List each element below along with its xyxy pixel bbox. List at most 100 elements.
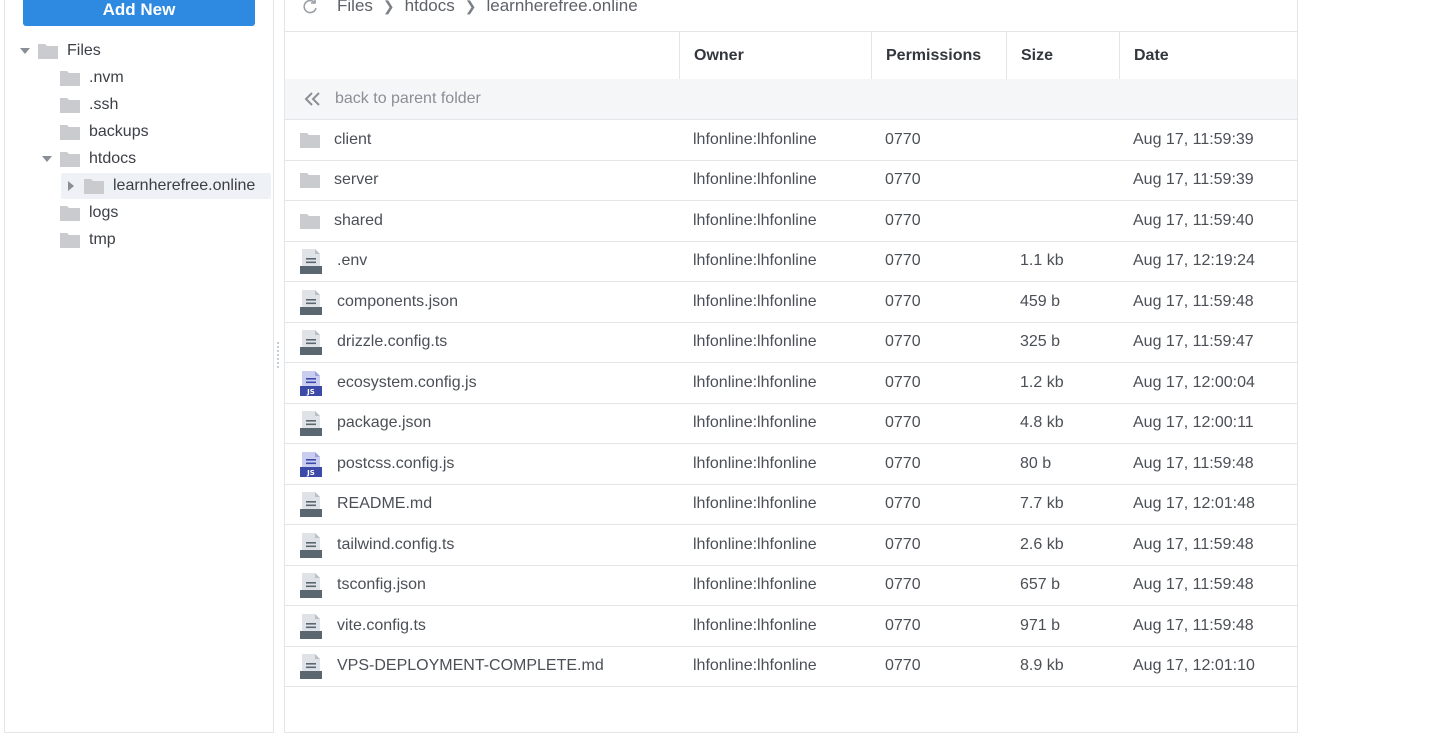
header-permissions[interactable]: Permissions (871, 32, 1006, 79)
tree-item-files[interactable]: Files (19, 38, 101, 64)
file-name: client (334, 130, 372, 148)
table-row[interactable]: JS postcss.config.js lhfonline:lhfonline 07… (285, 444, 1297, 485)
tree-item-nvm[interactable]: .nvm (59, 65, 124, 91)
file-icon (300, 613, 322, 639)
file-name-cell[interactable]: tsconfig.json (285, 572, 679, 599)
file-name-cell[interactable]: shared (285, 212, 679, 230)
size-cell: 657 b (1020, 576, 1061, 594)
file-name-cell[interactable]: components.json (285, 289, 679, 315)
header-date[interactable]: Date (1119, 32, 1297, 79)
chevron-down-icon[interactable] (41, 153, 53, 165)
owner-cell: lhfonline:lhfonline (693, 535, 817, 553)
file-name: components.json (337, 292, 458, 310)
table-row[interactable]: .env lhfonline:lhfonline 0770 1.1 kb Aug 17,… (285, 242, 1297, 282)
file-name-cell[interactable]: package.json (285, 410, 679, 437)
file-name: .env (337, 252, 368, 270)
folder-icon (60, 98, 80, 113)
tree-item-label: Files (67, 42, 101, 59)
file-icon (300, 532, 322, 558)
add-new-button[interactable]: Add New (23, 0, 255, 26)
folder-icon (60, 206, 80, 221)
size-cell: 4.8 kb (1020, 414, 1064, 432)
owner-cell: lhfonline:lhfonline (693, 454, 817, 472)
chevron-down-icon[interactable] (19, 45, 31, 57)
file-name-cell[interactable]: .env (285, 248, 679, 275)
resize-handle[interactable] (276, 340, 280, 370)
tree-item-label: .ssh (89, 96, 119, 113)
file-name-cell[interactable]: vite.config.ts (285, 613, 679, 639)
file-name: postcss.config.js (337, 454, 455, 472)
folder-icon (84, 179, 104, 194)
date-cell: Aug 17, 12:00:04 (1133, 373, 1255, 391)
file-icon (300, 573, 322, 599)
file-name-cell[interactable]: server (285, 171, 679, 189)
file-icon (300, 249, 322, 275)
file-icon (300, 411, 322, 437)
table-row[interactable]: vite.config.ts lhfonline:lhfonline 0770 971… (285, 606, 1297, 647)
file-name: vite.config.ts (337, 616, 426, 634)
tree-item-logs[interactable]: logs (59, 200, 118, 226)
tree-item-backups[interactable]: backups (59, 119, 149, 145)
tree-item-learnherefree-online[interactable]: learnherefree.online (61, 173, 271, 199)
table-row[interactable]: package.json lhfonline:lhfonline 0770 4.8 k… (285, 404, 1297, 444)
table-row[interactable]: VPS-DEPLOYMENT-COMPLETE.md lhfonline:lhfo… (285, 647, 1297, 687)
header-name[interactable] (285, 32, 679, 79)
table-row[interactable]: drizzle.config.ts lhfonline:lhfonline 0770… (285, 323, 1297, 363)
folder-icon (60, 125, 80, 140)
file-name-cell[interactable]: client (285, 131, 679, 149)
breadcrumb-item[interactable]: htdocs (405, 0, 455, 16)
owner-cell: lhfonline:lhfonline (693, 576, 817, 594)
folder-icon (60, 152, 80, 167)
folder-icon (60, 233, 80, 248)
date-cell: Aug 17, 11:59:48 (1133, 292, 1254, 310)
file-name-cell[interactable]: JS ecosystem.config.js (285, 370, 679, 396)
size-cell: 8.9 kb (1020, 657, 1064, 675)
file-name: tsconfig.json (337, 576, 426, 594)
folder-icon (300, 132, 320, 148)
breadcrumb-item[interactable]: learnherefree.online (486, 0, 637, 16)
table-row[interactable]: client lhfonline:lhfonline 0770 Aug 17, 11:… (285, 120, 1297, 161)
table-row[interactable]: components.json lhfonline:lhfonline 0770 45… (285, 282, 1297, 323)
date-cell: Aug 17, 11:59:48 (1133, 616, 1254, 634)
header-size[interactable]: Size (1006, 32, 1119, 79)
file-name-cell[interactable]: VPS-DEPLOYMENT-COMPLETE.md (285, 653, 679, 680)
table-row[interactable]: tsconfig.json lhfonline:lhfonline 0770 657 … (285, 566, 1297, 606)
file-icon (300, 492, 322, 518)
file-name-cell[interactable]: drizzle.config.ts (285, 329, 679, 356)
file-icon (300, 330, 322, 356)
tree-item-ssh[interactable]: .ssh (59, 92, 118, 118)
date-cell: Aug 17, 11:59:48 (1133, 576, 1254, 594)
file-name: tailwind.config.ts (337, 535, 455, 553)
file-name-cell[interactable]: README.md (285, 491, 679, 518)
permissions-cell: 0770 (885, 495, 921, 513)
date-cell: Aug 17, 12:00:11 (1133, 414, 1254, 432)
header-owner[interactable]: Owner (679, 32, 871, 79)
file-name-cell[interactable]: JS postcss.config.js (285, 451, 679, 477)
table-row[interactable]: JS ecosystem.config.js lhfonline:lhfonline… (285, 363, 1297, 404)
table-row[interactable]: server lhfonline:lhfonline 0770 Aug 17, 11:… (285, 161, 1297, 201)
refresh-icon[interactable] (301, 0, 319, 15)
breadcrumb: Files ❯ htdocs ❯ learnherefree.online (301, 0, 638, 18)
date-cell: Aug 17, 12:01:48 (1133, 495, 1255, 513)
folder-icon (60, 71, 80, 86)
table-row[interactable]: shared lhfonline:lhfonline 0770 Aug 17, 11:… (285, 201, 1297, 242)
table-header: Owner Permissions Size Date (285, 31, 1297, 80)
chevron-right-icon[interactable] (65, 180, 77, 192)
table-row[interactable]: tailwind.config.ts lhfonline:lhfonline 077… (285, 525, 1297, 566)
back-to-parent-row[interactable]: back to parent folder (285, 79, 1297, 120)
breadcrumb-item[interactable]: Files (337, 0, 373, 16)
tree-item-htdocs[interactable]: htdocs (41, 146, 136, 172)
owner-cell: lhfonline:lhfonline (693, 292, 817, 310)
file-name-cell[interactable]: tailwind.config.ts (285, 532, 679, 558)
owner-cell: lhfonline:lhfonline (693, 252, 817, 270)
permissions-cell: 0770 (885, 414, 921, 432)
date-cell: Aug 17, 11:59:39 (1133, 171, 1254, 189)
table-row[interactable]: README.md lhfonline:lhfonline 0770 7.7 kb Au… (285, 485, 1297, 525)
date-cell: Aug 17, 11:59:39 (1133, 130, 1254, 148)
svg-text:JS: JS (306, 388, 315, 396)
file-name: package.json (337, 414, 432, 432)
date-cell: Aug 17, 12:01:10 (1133, 657, 1255, 675)
permissions-cell: 0770 (885, 535, 921, 553)
tree-item-label: learnherefree.online (113, 177, 256, 194)
tree-item-tmp[interactable]: tmp (59, 227, 116, 253)
